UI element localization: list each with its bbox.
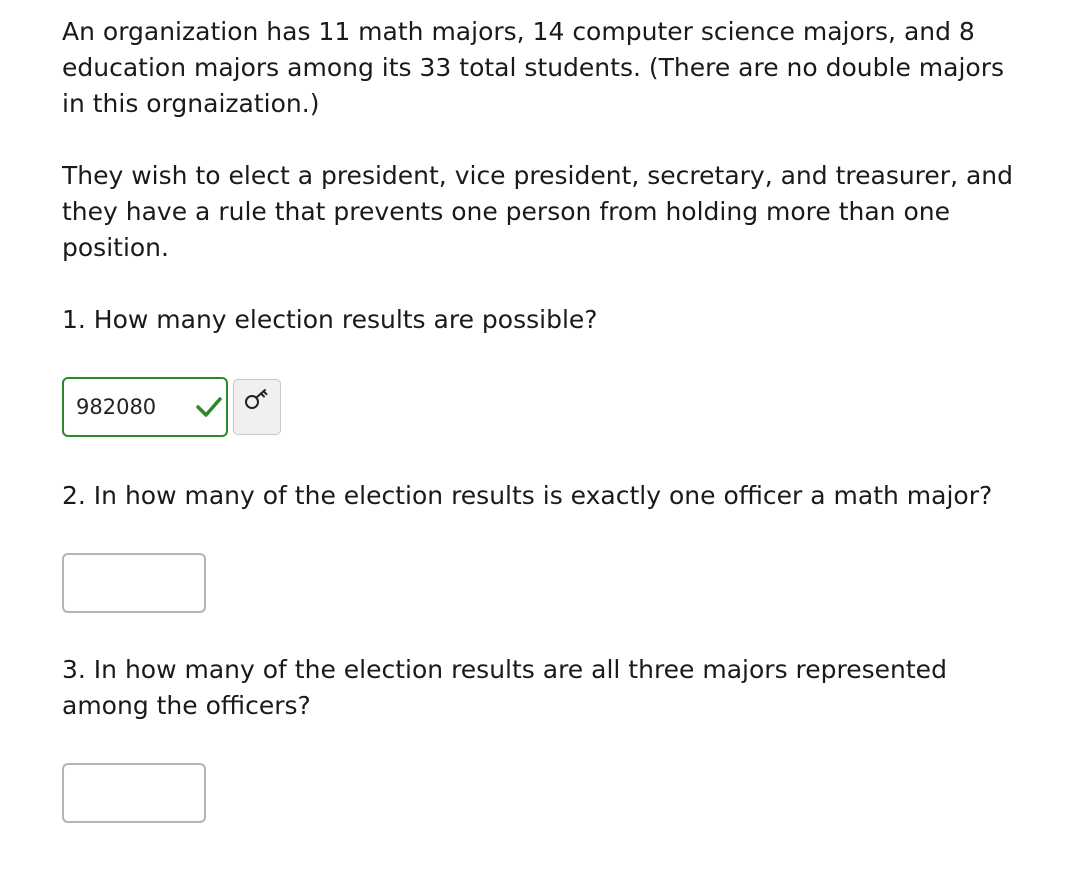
question-3-text: 3. In how many of the election results a… [62, 655, 947, 720]
show-answer-key-button[interactable] [233, 379, 281, 435]
question-3-answer-input[interactable] [62, 763, 206, 823]
question-1-answer-input[interactable]: 982080 [62, 377, 228, 437]
check-icon [196, 397, 222, 417]
question-1-text: 1. How many election results are possibl… [62, 305, 598, 334]
problem-rule-text: They wish to elect a president, vice pre… [62, 161, 1014, 262]
question-2-text: 2. In how many of the election results i… [62, 481, 993, 510]
question-1-answer-row: 982080 [62, 377, 1022, 437]
key-icon [245, 389, 268, 409]
problem-intro-text: An organization has 11 math majors, 14 c… [62, 17, 1005, 118]
question-1-answer-value: 982080 [76, 395, 157, 419]
problem-content: An organization has 11 math majors, 14 c… [62, 14, 1022, 823]
question-2-answer-input[interactable] [62, 553, 206, 613]
